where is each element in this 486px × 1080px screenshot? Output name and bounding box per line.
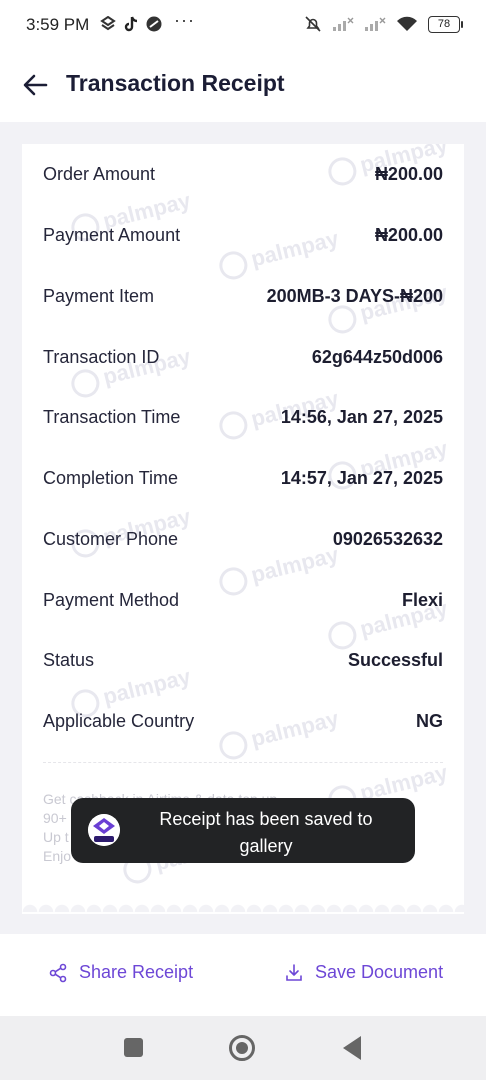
receipt-row: Transaction ID 62g644z50d006 [43,342,443,372]
save-document-label: Save Document [315,962,444,982]
system-icons: 78 [304,15,463,33]
row-label: Customer Phone [43,528,179,549]
battery-icon: 78 [428,15,463,33]
app-logo-icon [88,814,120,846]
receipt-row: Order Amount ₦200.00 [43,159,443,189]
receipt-row: Payment Item 200MB-3 DAYS-₦200 [43,281,443,311]
receipt-row: Completion Time 14:57, Jan 27, 2025 [43,463,443,493]
row-label: Completion Time [43,467,179,488]
row-value: Successful [347,649,443,670]
back-icon[interactable] [343,1036,361,1060]
palmpay-logo-icon [216,248,251,283]
row-label: Payment Amount [43,224,181,245]
receipt-torn-edge [22,892,464,912]
receipt-row: Transaction Time 14:56, Jan 27, 2025 [43,402,443,432]
mute-icon [305,16,321,32]
save-document-button[interactable]: Save Document [284,962,443,983]
row-label: Transaction Time [43,406,181,427]
row-value: ₦200.00 [374,163,443,184]
row-value: Flexi [401,589,443,610]
recent-apps-icon[interactable] [124,1038,143,1057]
receipt-row: Status Successful [43,645,443,675]
toast-notification: Receipt has been saved to gallery [71,798,415,863]
row-value: ₦200.00 [374,224,443,245]
receipt-row: Applicable Country NG [43,706,443,736]
app-notification-icon [100,16,116,31]
row-value: 200MB-3 DAYS-₦200 [266,285,443,306]
notification-icons [100,16,162,32]
row-value: 14:56, Jan 27, 2025 [280,406,443,427]
share-receipt-button[interactable]: Share Receipt [48,962,193,983]
signal-2-icon [365,17,386,31]
home-icon[interactable] [229,1035,255,1061]
receipt-row: Customer Phone 09026532632 [43,524,443,554]
status-bar: 3:59 PM ··· 78 [0,0,486,52]
signal-1-icon [333,17,354,31]
app-circle-icon [146,16,162,32]
row-value: 14:57, Jan 27, 2025 [280,467,443,488]
receipt-row: Payment Method Flexi [43,585,443,615]
back-arrow-icon[interactable] [20,69,52,101]
wifi-icon [397,16,417,31]
row-value: NG [416,710,443,731]
row-label: Transaction ID [43,346,160,367]
row-label: Applicable Country [43,710,195,731]
share-icon [49,963,67,982]
tiktok-icon [124,16,138,32]
share-receipt-label: Share Receipt [79,962,194,982]
more-notifications-icon: ··· [174,10,195,30]
divider [43,762,443,763]
system-navigation-bar [0,1016,486,1080]
row-label: Payment Method [43,589,180,610]
row-value: 09026532632 [332,528,443,549]
row-label: Order Amount [43,163,156,184]
toast-message: Receipt has been saved to gallery [159,809,373,856]
row-label: Status [43,649,95,670]
row-label: Payment Item [43,285,155,306]
status-time: 3:59 PM [26,15,90,34]
action-bar: Share Receipt Save Document [0,934,486,1016]
row-value[interactable]: 62g644z50d006 [312,347,443,368]
page-title: Transaction Receipt [66,70,285,96]
download-icon [286,963,302,981]
receipt-row: Payment Amount ₦200.00 [43,220,443,250]
app-header: Transaction Receipt [0,52,486,122]
